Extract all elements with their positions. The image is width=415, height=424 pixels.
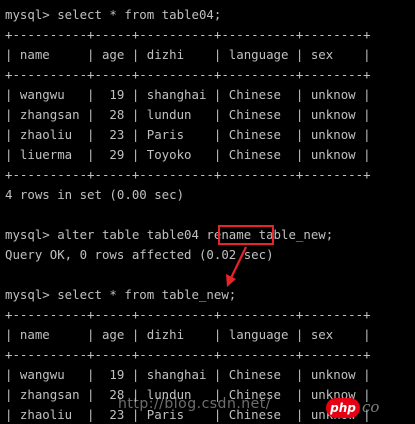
watermark-url: http://blog.csdn.net/ (118, 396, 271, 412)
php-logo-badge: php (326, 398, 360, 418)
terminal-window[interactable]: mysql> select * from table04; +---------… (0, 0, 415, 424)
annotation-arrow-icon (226, 246, 247, 287)
watermark-tail: co (362, 398, 380, 416)
